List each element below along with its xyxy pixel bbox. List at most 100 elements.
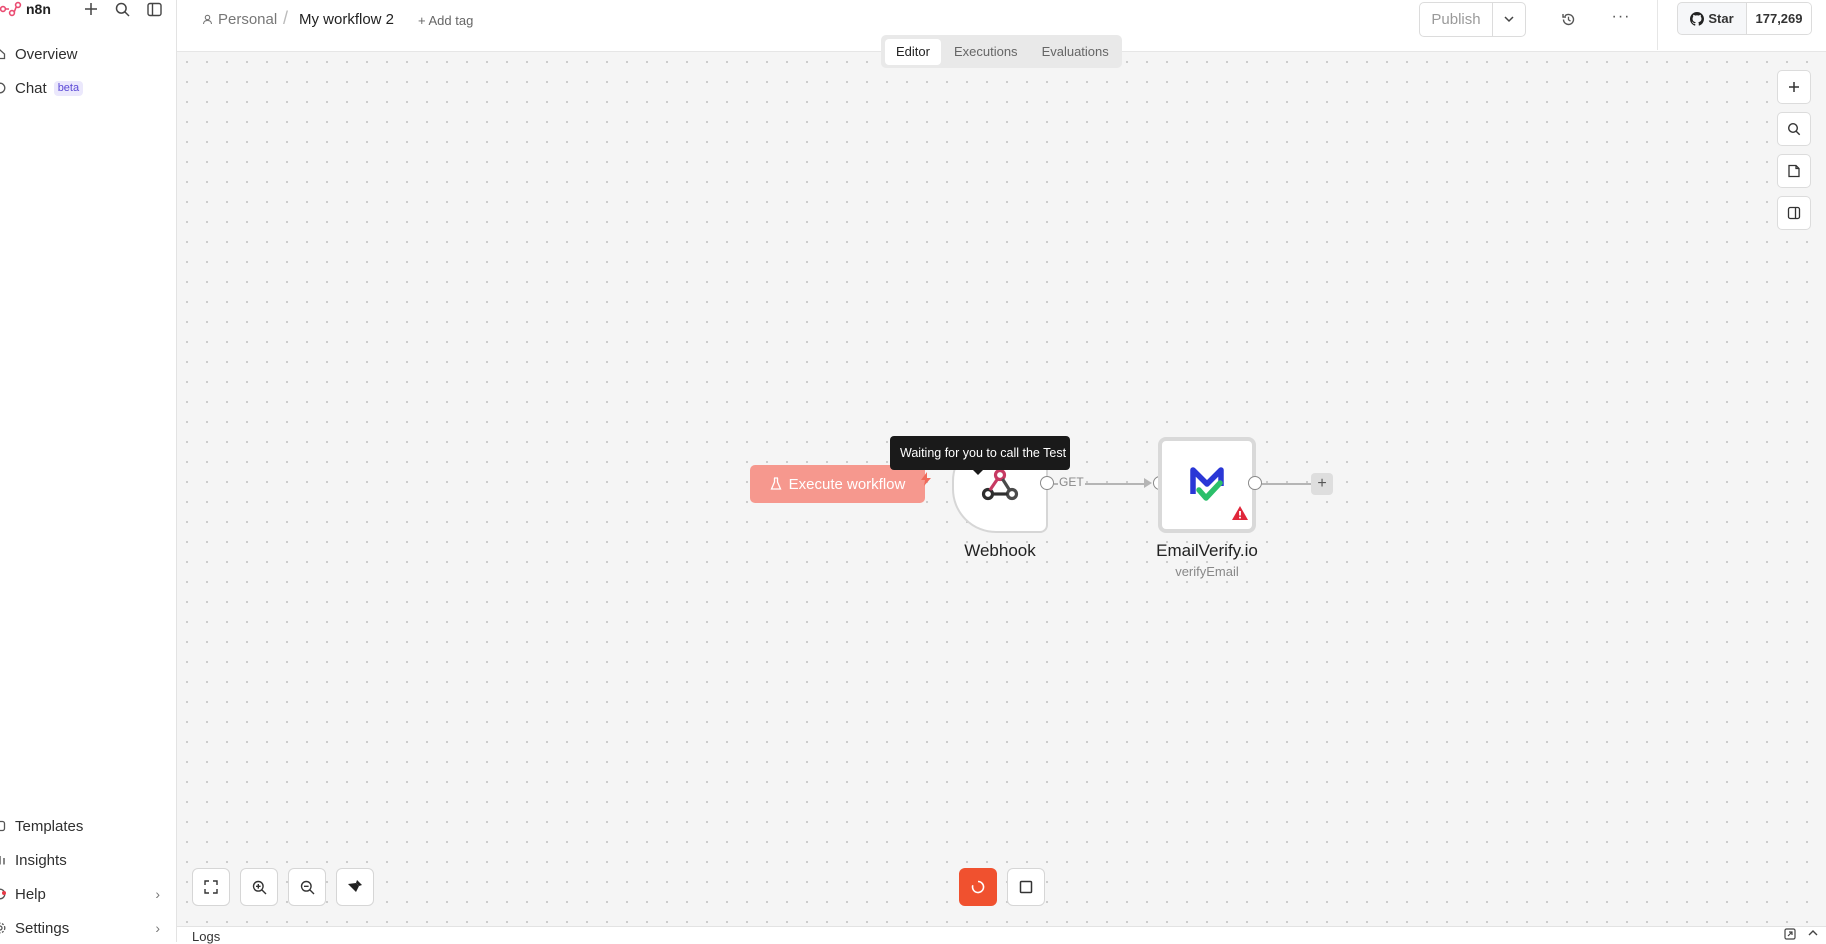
app-name: n8n — [26, 1, 51, 17]
spinner-icon — [971, 880, 985, 894]
notification-dot — [2, 891, 6, 895]
zoom-out-button[interactable] — [288, 868, 326, 906]
stop-icon — [1019, 880, 1033, 894]
plus-icon: + — [1317, 475, 1327, 492]
sidebar: n8n Overview Chat beta Templates Insight… — [0, 0, 177, 942]
breadcrumb-project-label: Personal — [218, 11, 278, 28]
history-icon — [1561, 13, 1574, 25]
publish-dropdown-button[interactable] — [1493, 3, 1525, 36]
header-divider — [1657, 0, 1658, 50]
fit-view-icon — [204, 880, 218, 894]
logs-panel-bar[interactable]: Logs — [177, 926, 1826, 944]
panel-icon — [1787, 206, 1801, 220]
zoom-out-icon — [300, 880, 314, 894]
fit-view-button[interactable] — [192, 868, 230, 906]
tooltip-text: Waiting for you to call the Test URL — [900, 446, 1070, 460]
tidy-up-button[interactable] — [336, 868, 374, 906]
sidebar-item-templates[interactable]: Templates — [0, 812, 170, 840]
flask-icon — [770, 477, 782, 490]
home-icon — [0, 47, 8, 61]
insights-icon — [0, 853, 8, 867]
brand[interactable]: n8n — [0, 0, 51, 18]
breadcrumb-separator: / — [283, 8, 289, 28]
execute-workflow-label: Execute workflow — [788, 475, 906, 493]
trigger-bolt-icon — [920, 472, 932, 490]
search-icon — [1787, 122, 1801, 136]
plus-icon — [1789, 82, 1799, 92]
collapse-sidebar-icon[interactable] — [144, 0, 164, 18]
emailverify-output-handle[interactable] — [1248, 476, 1262, 490]
chevron-right-icon: › — [155, 920, 160, 936]
connection-arrow — [1144, 478, 1152, 488]
sidebar-item-label: Settings — [15, 919, 70, 937]
add-next-node-button[interactable]: + — [1311, 473, 1333, 495]
webhook-output-handle[interactable] — [1040, 476, 1054, 490]
zoom-controls — [192, 868, 374, 906]
chevron-right-icon: › — [155, 886, 160, 902]
sticky-note-icon — [1788, 164, 1800, 178]
sidebar-item-label: Help — [15, 885, 46, 903]
publish-button[interactable]: Publish — [1420, 3, 1493, 36]
beta-badge: beta — [53, 80, 84, 96]
tab-editor[interactable]: Editor — [885, 38, 941, 65]
tab-executions[interactable]: Executions — [943, 39, 1029, 65]
execute-workflow-button[interactable]: Execute workflow — [750, 465, 925, 503]
n8n-logo-icon — [0, 1, 22, 17]
sidebar-item-settings[interactable]: Settings › — [0, 914, 170, 942]
more-options-button[interactable]: ··· — [1609, 6, 1633, 28]
sidebar-item-chat[interactable]: Chat beta — [0, 74, 170, 102]
user-icon — [202, 14, 213, 25]
chevron-up-icon[interactable] — [1808, 928, 1818, 943]
help-icon — [0, 887, 8, 901]
sticky-note-button[interactable] — [1777, 154, 1811, 188]
webhook-node-title: Webhook — [964, 541, 1036, 560]
tooltip-pointer — [972, 469, 984, 475]
tab-evaluations[interactable]: Evaluations — [1031, 39, 1120, 65]
github-star-label: Star — [1708, 11, 1734, 26]
templates-icon — [0, 819, 8, 833]
sidebar-item-label: Templates — [15, 817, 84, 835]
stop-waiting-button[interactable] — [1007, 868, 1045, 906]
sidebar-item-label: Insights — [15, 851, 67, 869]
add-node-button[interactable] — [1777, 70, 1811, 104]
pop-out-icon[interactable] — [1784, 928, 1796, 943]
toggle-panel-button[interactable] — [1777, 196, 1811, 230]
sidebar-item-overview[interactable]: Overview — [0, 40, 170, 68]
add-icon[interactable] — [81, 0, 101, 18]
add-tag-button[interactable]: + Add tag — [418, 13, 473, 28]
github-icon — [1690, 11, 1705, 26]
chat-icon — [0, 81, 8, 95]
webhook-icon — [981, 468, 1019, 501]
stop-execution-button[interactable] — [959, 868, 997, 906]
sidebar-item-help[interactable]: Help › — [0, 880, 170, 908]
emailverify-logo-icon — [1190, 467, 1224, 501]
output-stub-line — [1262, 483, 1312, 485]
emailverify-node-title: EmailVerify.io — [1156, 541, 1258, 560]
warning-icon[interactable] — [1231, 505, 1249, 521]
emailverify-node-subtitle: verifyEmail — [1175, 564, 1239, 579]
settings-icon — [0, 921, 8, 935]
view-tabs: Editor Executions Evaluations — [881, 35, 1122, 68]
ellipsis-icon: ··· — [1611, 8, 1631, 25]
broom-icon — [348, 880, 362, 892]
github-star-count[interactable]: 177,269 — [1747, 3, 1811, 34]
execution-controls — [959, 868, 1045, 906]
zoom-in-icon — [252, 880, 266, 894]
sidebar-item-label: Chat — [15, 79, 47, 97]
publish-group: Publish — [1419, 2, 1526, 37]
github-star-widget[interactable]: Star 177,269 — [1677, 2, 1812, 35]
search-nodes-button[interactable] — [1777, 112, 1811, 146]
webhook-waiting-tooltip: Waiting for you to call the Test URL — [890, 436, 1070, 470]
sidebar-item-label: Overview — [15, 45, 78, 63]
zoom-in-button[interactable] — [240, 868, 278, 906]
search-icon[interactable] — [112, 0, 132, 18]
workflow-name[interactable]: My workflow 2 — [299, 11, 394, 28]
breadcrumb-project[interactable]: Personal — [202, 11, 277, 28]
history-button[interactable] — [1557, 8, 1579, 30]
logs-actions — [1784, 928, 1818, 943]
sidebar-item-insights[interactable]: Insights — [0, 846, 170, 874]
chevron-down-icon — [1504, 16, 1514, 23]
connection-label: GET — [1058, 475, 1085, 489]
canvas-side-actions — [1777, 70, 1811, 230]
github-star-button[interactable]: Star — [1678, 3, 1747, 34]
